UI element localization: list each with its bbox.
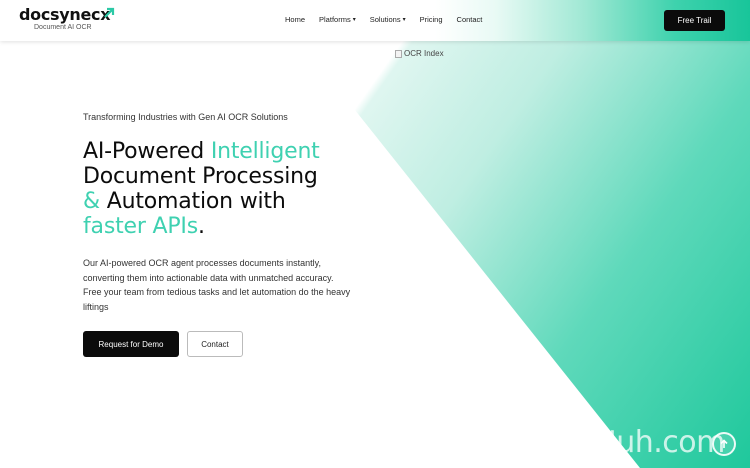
watermark-text: AiJuh.com xyxy=(580,425,725,460)
main-nav: Home Platforms ▾ Solutions ▾ Pricing Con… xyxy=(285,15,482,24)
headline-part: Automation with xyxy=(99,189,286,214)
nav-item-contact[interactable]: Contact xyxy=(457,15,483,24)
nav-label: Pricing xyxy=(419,15,443,24)
headline-part: . xyxy=(197,214,205,239)
headline-accent: Intelligent xyxy=(210,139,320,164)
hero-headline: AI-Powered Intelligent Document Processi… xyxy=(83,139,363,239)
scroll-top-icon xyxy=(720,439,728,448)
nav-label: Contact xyxy=(456,15,483,24)
free-trial-button[interactable]: Free Trail xyxy=(664,10,725,31)
broken-image-icon xyxy=(395,49,402,58)
hero-buttons: Request for Demo Contact xyxy=(83,331,363,357)
brand-name: docsynecx xyxy=(19,5,111,24)
scroll-top-button[interactable] xyxy=(712,432,736,456)
nav-item-home[interactable]: Home xyxy=(285,15,305,24)
contact-button[interactable]: Contact xyxy=(187,331,243,357)
nav-label: Platforms xyxy=(319,15,351,24)
nav-label: Home xyxy=(285,15,306,24)
headline-accent: faster APIs xyxy=(83,214,198,239)
hero-image-alt: OCR Index xyxy=(404,49,444,58)
chevron-down-icon: ▾ xyxy=(352,17,356,23)
request-demo-button[interactable]: Request for Demo xyxy=(83,331,179,357)
headline-part: Document Processing xyxy=(83,164,318,189)
nav-item-solutions[interactable]: Solutions ▾ xyxy=(370,15,406,24)
arrow-up-right-icon xyxy=(104,7,115,18)
hero-image: OCR Index xyxy=(395,49,444,58)
brand-logo[interactable]: docsynecx Document AI OCR xyxy=(19,5,115,31)
headline-accent: & xyxy=(83,189,100,214)
hero-description: Our AI-powered OCR agent processes docum… xyxy=(83,258,351,312)
site-header: docsynecx Document AI OCR Home Platforms… xyxy=(0,0,750,41)
headline-part: AI-Powered xyxy=(83,139,211,164)
hero-eyebrow: Transforming Industries with Gen AI OCR … xyxy=(83,112,288,122)
nav-label: Solutions xyxy=(369,15,401,24)
chevron-down-icon: ▾ xyxy=(402,17,406,23)
brand-tagline: Document AI OCR xyxy=(34,24,92,31)
nav-item-platforms[interactable]: Platforms ▾ xyxy=(319,15,356,24)
nav-item-pricing[interactable]: Pricing xyxy=(420,15,443,24)
hero-section: Transforming Industries with Gen AI OCR … xyxy=(83,112,363,357)
